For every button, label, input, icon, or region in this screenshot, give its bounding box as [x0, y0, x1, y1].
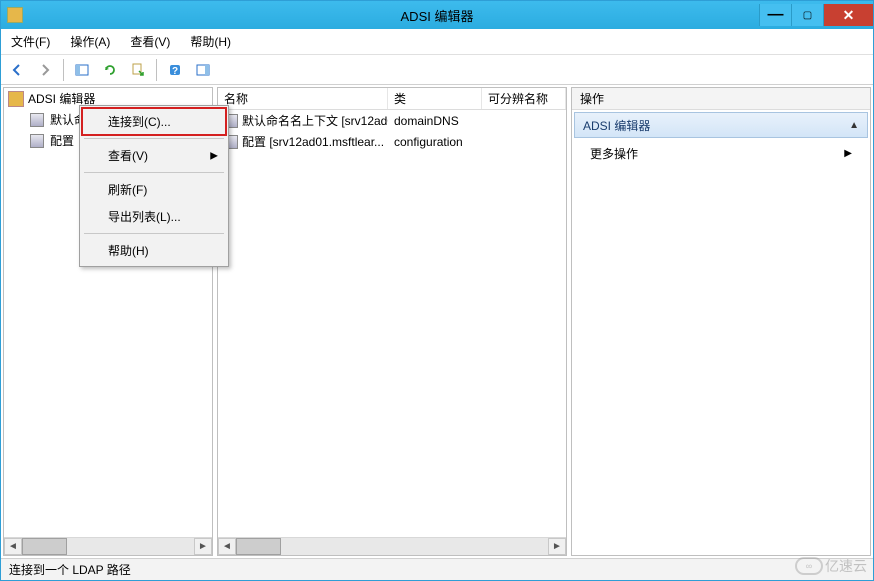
- toolbar-separator: [156, 59, 157, 81]
- status-text: 连接到一个 LDAP 路径: [9, 561, 131, 578]
- refresh-button[interactable]: [98, 58, 122, 82]
- window-controls: — ▢ ✕: [759, 4, 873, 26]
- submenu-arrow-icon: ▶: [210, 150, 218, 161]
- help-button[interactable]: ?: [163, 58, 187, 82]
- cell-dn: [482, 140, 494, 144]
- app-icon: [7, 7, 23, 23]
- action-group-title[interactable]: ADSI 编辑器 ▲: [574, 112, 868, 138]
- tree-hscrollbar[interactable]: ◄ ►: [4, 537, 212, 555]
- scroll-thumb[interactable]: [22, 538, 67, 555]
- list-content: 默认命名名上下文 [srv12ad0... domainDNS 配置 [srv1…: [218, 110, 566, 537]
- action-more[interactable]: 更多操作 ▶: [572, 140, 870, 167]
- nav-forward-button[interactable]: [33, 58, 57, 82]
- ctx-separator: [84, 233, 224, 234]
- cell-class: configuration: [388, 133, 482, 151]
- submenu-arrow-icon: ▶: [844, 148, 852, 159]
- maximize-button[interactable]: ▢: [791, 4, 823, 26]
- ctx-refresh[interactable]: 刷新(F): [82, 176, 226, 203]
- list-header: 名称 类 可分辨名称: [218, 88, 566, 110]
- scroll-track[interactable]: [236, 538, 548, 555]
- menu-view[interactable]: 查看(V): [126, 31, 174, 52]
- col-header-dn[interactable]: 可分辨名称: [482, 88, 566, 109]
- ctx-help[interactable]: 帮助(H): [82, 237, 226, 264]
- scroll-left-button[interactable]: ◄: [4, 538, 22, 555]
- scroll-track[interactable]: [22, 538, 194, 555]
- menu-action[interactable]: 操作(A): [66, 31, 114, 52]
- col-header-name[interactable]: 名称: [218, 88, 388, 109]
- container-icon: [30, 134, 44, 148]
- container-icon: [30, 113, 44, 127]
- scroll-right-button[interactable]: ►: [194, 538, 212, 555]
- menubar: 文件(F) 操作(A) 查看(V) 帮助(H): [1, 29, 873, 55]
- menu-help[interactable]: 帮助(H): [186, 31, 235, 52]
- scroll-right-button[interactable]: ►: [548, 538, 566, 555]
- cell-name: 配置 [srv12ad01.msftlear...: [218, 131, 388, 152]
- app-window: ADSI 编辑器 — ▢ ✕ 文件(F) 操作(A) 查看(V) 帮助(H) ?…: [0, 0, 874, 581]
- cell-dn: [482, 119, 494, 123]
- adsi-editor-icon: [8, 91, 24, 107]
- list-row[interactable]: 默认命名名上下文 [srv12ad0... domainDNS: [218, 110, 566, 131]
- list-hscrollbar[interactable]: ◄ ►: [218, 537, 566, 555]
- action-pane: 操作 ADSI 编辑器 ▲ 更多操作 ▶: [571, 87, 871, 556]
- col-header-class[interactable]: 类: [388, 88, 482, 109]
- context-menu: 连接到(C)... 查看(V) ▶ 刷新(F) 导出列表(L)... 帮助(H): [79, 105, 229, 267]
- nav-back-button[interactable]: [5, 58, 29, 82]
- scroll-left-button[interactable]: ◄: [218, 538, 236, 555]
- action-pane-header: 操作: [572, 88, 870, 110]
- ctx-separator: [84, 138, 224, 139]
- tree-item-label: 配置: [50, 132, 74, 149]
- show-action-pane-button[interactable]: [191, 58, 215, 82]
- show-hide-tree-button[interactable]: [70, 58, 94, 82]
- close-button[interactable]: ✕: [823, 4, 873, 26]
- action-more-label: 更多操作: [590, 145, 638, 162]
- menu-file[interactable]: 文件(F): [7, 31, 54, 52]
- list-row[interactable]: 配置 [srv12ad01.msftlear... configuration: [218, 131, 566, 152]
- ctx-view[interactable]: 查看(V) ▶: [82, 142, 226, 169]
- svg-text:?: ?: [172, 66, 178, 77]
- toolbar-separator: [63, 59, 64, 81]
- window-title: ADSI 编辑器: [401, 6, 474, 25]
- action-title-text: ADSI 编辑器: [583, 117, 650, 134]
- scroll-thumb[interactable]: [236, 538, 281, 555]
- titlebar: ADSI 编辑器 — ▢ ✕: [1, 1, 873, 29]
- toolbar: ?: [1, 55, 873, 85]
- minimize-button[interactable]: —: [759, 4, 791, 26]
- row-name-text: 默认命名名上下文 [srv12ad0...: [242, 112, 388, 129]
- collapse-arrow-icon: ▲: [849, 120, 859, 131]
- list-pane: 名称 类 可分辨名称 默认命名名上下文 [srv12ad0... domainD…: [217, 87, 567, 556]
- ctx-view-label: 查看(V): [108, 149, 148, 163]
- ctx-export-list[interactable]: 导出列表(L)...: [82, 203, 226, 230]
- export-list-button[interactable]: [126, 58, 150, 82]
- ctx-separator: [84, 172, 224, 173]
- cell-class: domainDNS: [388, 112, 482, 130]
- cell-name: 默认命名名上下文 [srv12ad0...: [218, 110, 388, 131]
- statusbar: 连接到一个 LDAP 路径: [1, 558, 873, 580]
- ctx-connect-to[interactable]: 连接到(C)...: [82, 108, 226, 135]
- row-name-text: 配置 [srv12ad01.msftlear...: [242, 133, 384, 150]
